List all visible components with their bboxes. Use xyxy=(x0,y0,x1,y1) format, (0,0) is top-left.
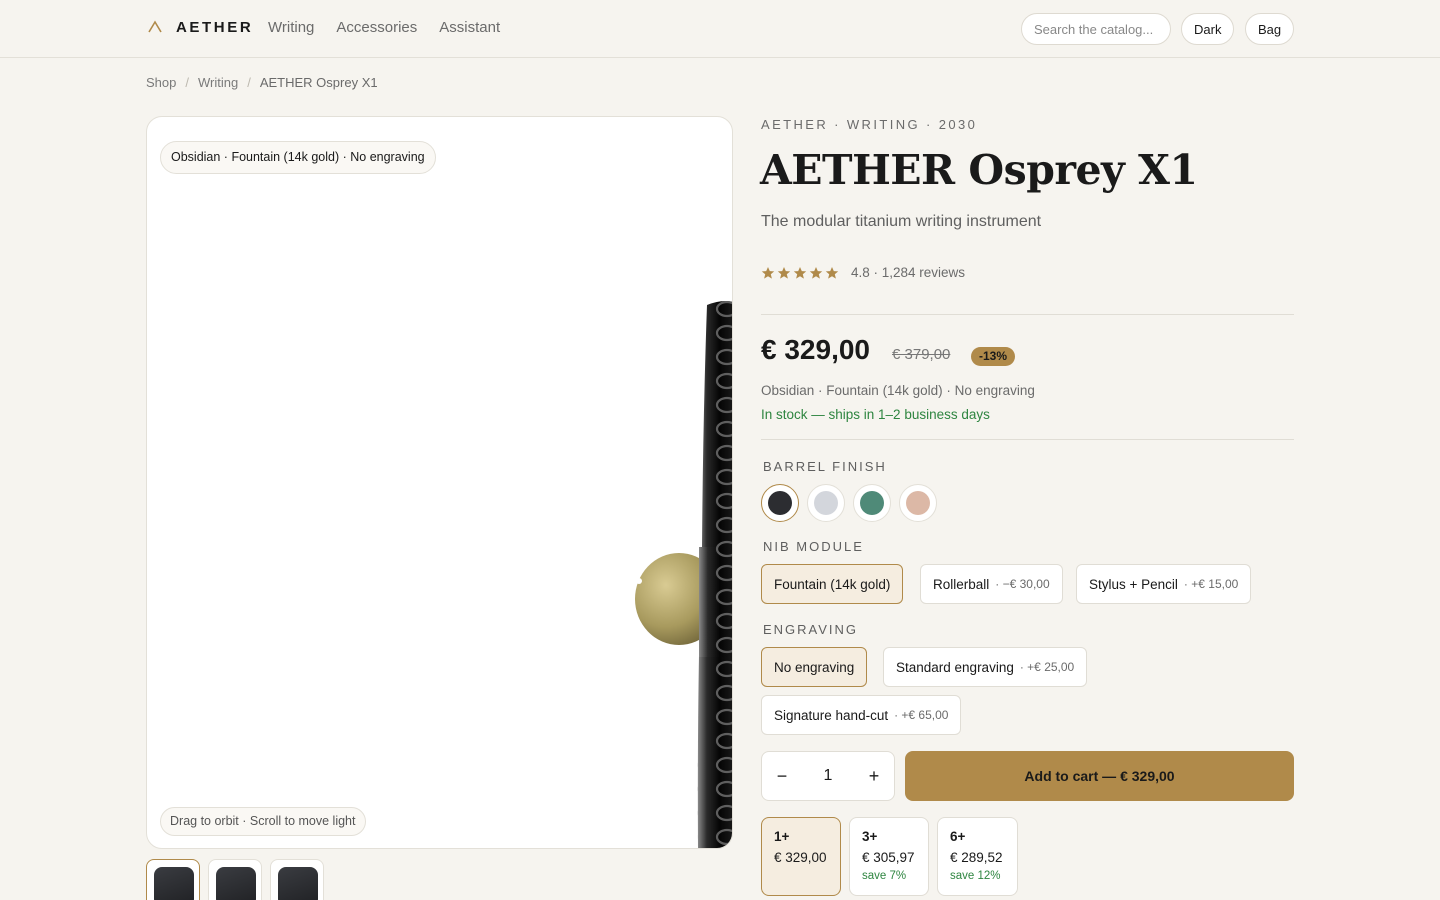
barrel-finish-swatches xyxy=(761,484,937,522)
swatch-color xyxy=(814,491,838,515)
breadcrumb-writing[interactable]: Writing xyxy=(198,75,238,90)
selected-configuration: Obsidian · Fountain (14k gold) · No engr… xyxy=(761,383,1035,398)
swatch-obsidian[interactable] xyxy=(761,484,799,522)
star-icon xyxy=(777,266,791,279)
option-label: Rollerball xyxy=(933,576,990,592)
option-label: No engraving xyxy=(774,659,855,675)
tier-quantity: 3+ xyxy=(862,829,878,844)
breadcrumb-current: AETHER Osprey X1 xyxy=(259,75,378,90)
swatch-rose[interactable] xyxy=(899,484,937,522)
quantity-value[interactable]: 1 xyxy=(802,767,854,785)
breadcrumb-separator: / xyxy=(247,75,251,90)
option-price-delta: · +€ 15,00 xyxy=(1183,577,1239,591)
product-subtitle: The modular titanium writing instrument xyxy=(761,213,1042,230)
product-eyebrow: AETHER · WRITING · 2030 xyxy=(761,117,978,132)
breadcrumb-separator: / xyxy=(185,75,189,90)
bag-button[interactable]: Bag xyxy=(1245,13,1295,45)
engraving-option-standard[interactable]: Standard engraving · +€ 25,00 xyxy=(883,647,1088,687)
tier-quantity: 6+ xyxy=(950,829,966,844)
aether-logo-icon xyxy=(148,20,162,33)
thumbnail-1[interactable] xyxy=(146,859,200,900)
theme-toggle-button[interactable]: Dark xyxy=(1181,13,1235,45)
engraving-label: ENGRAVING xyxy=(763,622,859,637)
volume-tier-1[interactable]: 1+ € 329,00 xyxy=(761,817,841,896)
option-price-delta: · −€ 30,00 xyxy=(995,577,1050,591)
nib-module-label: NIB MODULE xyxy=(763,539,864,554)
thumbnail-image xyxy=(154,867,194,900)
nib-option-fountain[interactable]: Fountain (14k gold) xyxy=(761,564,904,604)
thumbnail-2[interactable] xyxy=(208,859,262,900)
option-label: Standard engraving xyxy=(896,659,1014,675)
quantity-stepper: − 1 + xyxy=(761,751,895,801)
add-to-cart-button[interactable]: Add to cart — € 329,00 xyxy=(905,751,1294,801)
decrease-quantity-button[interactable]: − xyxy=(762,752,802,800)
star-icon xyxy=(793,266,807,279)
original-price: € 379,00 xyxy=(892,346,951,363)
star-icon xyxy=(809,266,823,279)
main-nav: Writing Accessories Assistant xyxy=(268,19,500,36)
stock-status: In stock — ships in 1–2 business days xyxy=(761,407,990,422)
engraving-option-signature[interactable]: Signature hand-cut · +€ 65,00 xyxy=(761,695,962,735)
tier-savings: save 12% xyxy=(950,870,1001,882)
nav-link-accessories[interactable]: Accessories xyxy=(336,19,417,36)
engraving-option-none[interactable]: No engraving xyxy=(761,647,868,687)
option-label: Signature hand-cut xyxy=(774,707,889,723)
swatch-color xyxy=(906,491,930,515)
tier-quantity: 1+ xyxy=(774,829,790,844)
nib-option-rollerball[interactable]: Rollerball · −€ 30,00 xyxy=(920,564,1063,604)
thumbnail-image xyxy=(216,867,256,900)
pen-3d-render xyxy=(635,301,732,848)
product-3d-viewer[interactable]: Obsidian · Fountain (14k gold) · No engr… xyxy=(146,116,733,849)
star-icon xyxy=(761,266,775,279)
viewer-hint-chip: Drag to orbit · Scroll to move light xyxy=(160,807,366,836)
nav-link-assistant[interactable]: Assistant xyxy=(439,19,500,36)
swatch-color xyxy=(860,491,884,515)
nib-option-stylus-pencil[interactable]: Stylus + Pencil · +€ 15,00 xyxy=(1076,564,1252,604)
brand-name: AETHER xyxy=(176,18,254,36)
search-input[interactable] xyxy=(1021,13,1171,45)
tier-price: € 289,52 xyxy=(950,850,1003,865)
thumbnail-image xyxy=(278,867,318,900)
increase-quantity-button[interactable]: + xyxy=(854,752,894,800)
swatch-color xyxy=(768,491,792,515)
volume-tier-6[interactable]: 6+ € 289,52 save 12% xyxy=(937,817,1018,896)
brand-logo[interactable]: AETHER xyxy=(146,18,253,36)
nav-link-writing[interactable]: Writing xyxy=(268,19,314,36)
swatch-verdigris[interactable] xyxy=(853,484,891,522)
discount-badge: -13% xyxy=(971,347,1016,366)
product-title: AETHER Osprey X1 xyxy=(760,146,1198,194)
thumbnail-strip xyxy=(146,859,324,900)
breadcrumb-shop[interactable]: Shop xyxy=(146,75,176,90)
tier-price: € 305,97 xyxy=(862,850,915,865)
section-divider xyxy=(761,314,1294,315)
tier-savings: save 7% xyxy=(862,870,907,882)
rating-stars xyxy=(761,266,839,280)
tier-price: € 329,00 xyxy=(774,850,827,865)
viewer-config-chip: Obsidian · Fountain (14k gold) · No engr… xyxy=(160,141,436,174)
thumbnail-3[interactable] xyxy=(270,859,324,900)
volume-tier-3[interactable]: 3+ € 305,97 save 7% xyxy=(849,817,929,896)
star-icon xyxy=(825,266,839,279)
option-price-delta: · +€ 65,00 xyxy=(894,708,949,722)
breadcrumb: Shop / Writing / AETHER Osprey X1 xyxy=(146,75,378,90)
section-divider xyxy=(761,439,1294,440)
top-navigation-bar: AETHER Writing Accessories Assistant Dar… xyxy=(0,0,1440,58)
option-label: Stylus + Pencil xyxy=(1089,576,1178,592)
rating-summary[interactable]: 4.8 · 1,284 reviews xyxy=(761,265,965,280)
swatch-silver[interactable] xyxy=(807,484,845,522)
current-price: € 329,00 xyxy=(761,334,870,365)
option-price-delta: · +€ 25,00 xyxy=(1019,660,1075,674)
barrel-finish-label: BARREL FINISH xyxy=(763,459,887,474)
rating-text: 4.8 · 1,284 reviews xyxy=(851,265,966,280)
option-label: Fountain (14k gold) xyxy=(774,576,891,592)
